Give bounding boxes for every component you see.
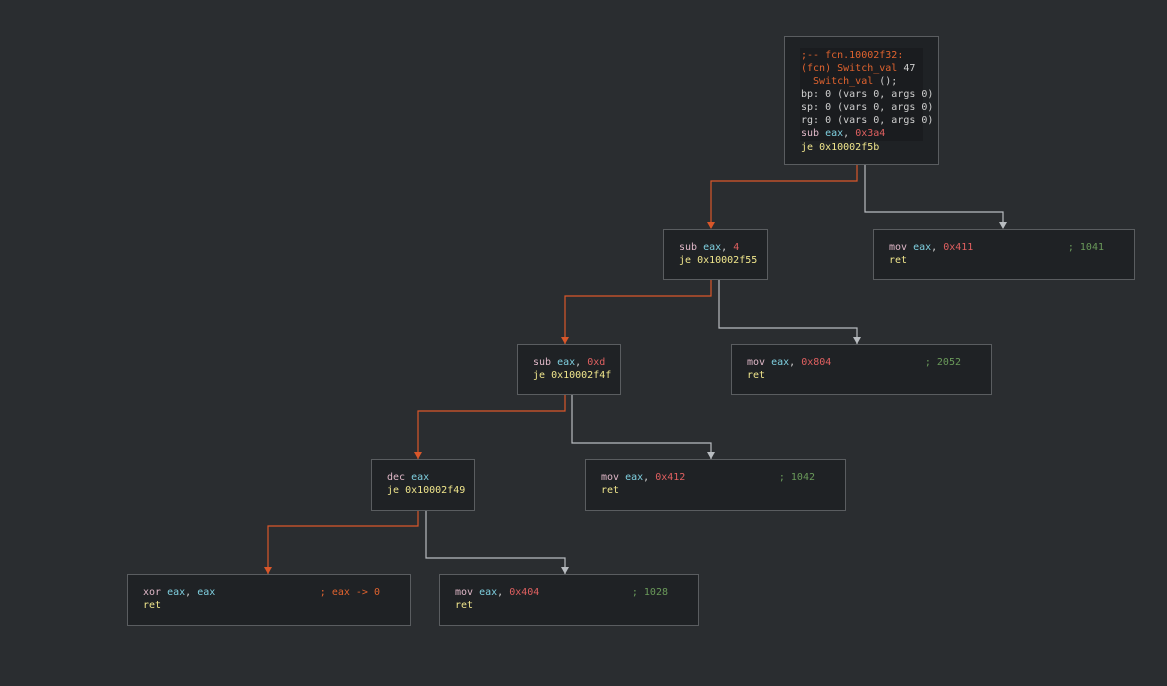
edge-arrow xyxy=(264,567,272,574)
edge-arrow xyxy=(853,337,861,344)
function-header: ;-- fcn.10002f32: (fcn) Switch_val 47 Sw… xyxy=(800,48,934,141)
edge-true xyxy=(564,280,712,344)
edge-false xyxy=(571,395,712,459)
comment: ; 1041 xyxy=(1067,242,1104,253)
mnemonic: sub xyxy=(801,128,826,139)
separator: , xyxy=(643,472,656,483)
separator: , xyxy=(575,357,588,368)
edge-true xyxy=(417,395,566,459)
immediate: 0x3a4 xyxy=(855,128,886,139)
mnemonic: dec xyxy=(387,472,412,483)
edge-arrow xyxy=(707,222,715,229)
separator: , xyxy=(185,587,198,598)
immediate: 0xd xyxy=(587,357,606,368)
mnemonic: sub xyxy=(679,242,704,253)
function-name[interactable]: Switch_val xyxy=(837,63,897,74)
edge-false xyxy=(864,165,1004,228)
function-size: 47 xyxy=(897,63,916,74)
signature-args: (); xyxy=(873,76,898,87)
register: eax xyxy=(703,242,722,253)
jump-target[interactable]: 0x10002f49 xyxy=(405,485,465,496)
sp-info: sp: 0 (vars 0, args 0) xyxy=(801,102,934,113)
mnemonic: je xyxy=(533,370,552,381)
return-block[interactable]: mov eax, 0x804 ; 2052 ret xyxy=(731,344,992,395)
register: eax xyxy=(625,472,644,483)
immediate: 0x412 xyxy=(655,472,686,483)
separator: , xyxy=(721,242,734,253)
bp-info: bp: 0 (vars 0, args 0) xyxy=(801,89,934,100)
immediate: 0x411 xyxy=(943,242,974,253)
register: eax xyxy=(411,472,430,483)
mnemonic: je xyxy=(801,142,820,153)
edge-false xyxy=(718,280,858,344)
mnemonic: je xyxy=(387,485,406,496)
edge-false xyxy=(425,511,566,574)
separator: , xyxy=(789,357,802,368)
register: eax xyxy=(479,587,498,598)
register: eax xyxy=(557,357,576,368)
immediate: 4 xyxy=(733,242,740,253)
mnemonic: mov xyxy=(889,242,914,253)
register: eax xyxy=(167,587,186,598)
basic-block[interactable]: dec eax je 0x10002f49 xyxy=(371,459,475,511)
entry-block[interactable]: ;-- fcn.10002f32: (fcn) Switch_val 47 Sw… xyxy=(784,36,939,165)
edge-arrow xyxy=(561,337,569,344)
mnemonic: sub xyxy=(533,357,558,368)
edge-true xyxy=(267,511,419,574)
comment: ; eax -> 0 xyxy=(319,587,380,598)
mnemonic: ret xyxy=(889,255,908,266)
edge-arrow xyxy=(999,222,1007,229)
basic-block[interactable]: sub eax, 0xd je 0x10002f4f xyxy=(517,344,621,395)
immediate: 0x804 xyxy=(801,357,832,368)
edge-true xyxy=(710,165,858,228)
immediate: 0x404 xyxy=(509,587,540,598)
separator: , xyxy=(931,242,944,253)
mnemonic: xor xyxy=(143,587,168,598)
return-block[interactable]: mov eax, 0x404 ; 1028 ret xyxy=(439,574,699,626)
mnemonic: mov xyxy=(455,587,480,598)
mnemonic: ret xyxy=(143,600,162,611)
mnemonic: ret xyxy=(601,485,620,496)
separator: , xyxy=(497,587,510,598)
register: eax xyxy=(913,242,932,253)
comment: ; 2052 xyxy=(924,357,961,368)
mnemonic: mov xyxy=(747,357,772,368)
return-block[interactable]: mov eax, 0x412 ; 1042 ret xyxy=(585,459,846,511)
jump-target[interactable]: 0x10002f4f xyxy=(551,370,611,381)
comment: ; 1028 xyxy=(631,587,668,598)
fcn-prefix: (fcn) xyxy=(801,63,838,74)
edge-arrow xyxy=(414,452,422,459)
edge-arrow xyxy=(707,452,715,459)
mnemonic: ret xyxy=(455,600,474,611)
jump-target[interactable]: 0x10002f5b xyxy=(819,142,879,153)
jump-target[interactable]: 0x10002f55 xyxy=(697,255,757,266)
mnemonic: mov xyxy=(601,472,626,483)
basic-block[interactable]: sub eax, 4 je 0x10002f55 xyxy=(663,229,768,280)
separator: , xyxy=(843,128,856,139)
signature-name: Switch_val xyxy=(801,76,874,87)
rg-info: rg: 0 (vars 0, args 0) xyxy=(801,115,934,126)
comment: ; 1042 xyxy=(778,472,815,483)
register: eax xyxy=(771,357,790,368)
graph-canvas[interactable]: ;-- fcn.10002f32: (fcn) Switch_val 47 Sw… xyxy=(0,0,1167,686)
mnemonic: je xyxy=(679,255,698,266)
return-block[interactable]: xor eax, eax ; eax -> 0 ret xyxy=(127,574,411,626)
return-block[interactable]: mov eax, 0x411 ; 1041 ret xyxy=(873,229,1135,280)
edge-arrow xyxy=(561,567,569,574)
register: eax xyxy=(825,128,844,139)
flag-label: ;-- fcn.10002f32: xyxy=(801,50,904,61)
register: eax xyxy=(197,587,216,598)
mnemonic: ret xyxy=(747,370,766,381)
